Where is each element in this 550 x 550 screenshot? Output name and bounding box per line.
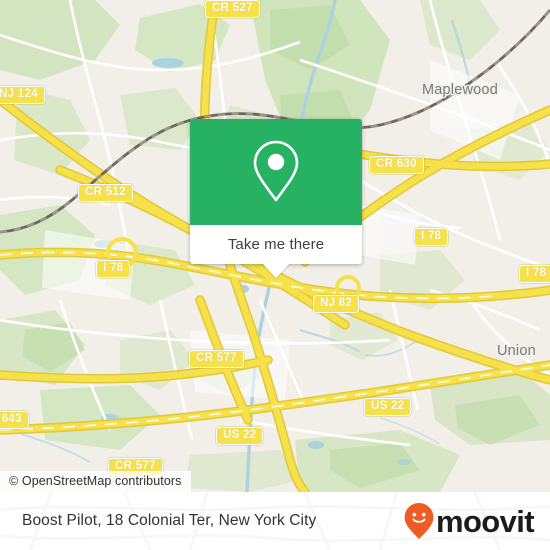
footer-bar: Boost Pilot, 18 Colonial Ter, New York C…	[0, 492, 550, 550]
moovit-wordmark: moovit	[435, 503, 535, 539]
moovit-smiley-pin-icon	[404, 503, 434, 539]
map-canvas[interactable]: Maplewood Union CR 527 NJ 124 CR 630 CR …	[0, 0, 550, 492]
road-shield-cr-512: CR 512	[78, 184, 133, 202]
road-shield-i-78-east: I 78	[414, 228, 449, 246]
destination-popup-card[interactable]: Take me there	[190, 119, 362, 278]
popup-pointer-tail	[262, 263, 290, 278]
road-shield-cr-527: CR 527	[205, 0, 260, 18]
road-shield-cr-630: CR 630	[369, 156, 424, 174]
road-shield-i-78-far-east: I 78	[519, 265, 550, 283]
take-me-there-label: Take me there	[227, 236, 325, 253]
popup-action-area[interactable]: Take me there	[190, 225, 362, 264]
map-pin-icon	[253, 140, 299, 202]
destination-address: Boost Pilot, 18 Colonial Ter, New York C…	[22, 512, 317, 529]
moovit-logo[interactable]: moovit	[403, 502, 535, 540]
road-shield-cr-643: CR 643	[0, 411, 29, 429]
road-shield-us-22-east: US 22	[364, 398, 412, 416]
popup-marker-area	[190, 119, 362, 225]
road-shield-i-78-west: I 78	[96, 260, 131, 278]
map-screen: Maplewood Union CR 527 NJ 124 CR 630 CR …	[0, 0, 550, 550]
road-shield-cr-577-upper: CR 577	[189, 350, 244, 368]
road-shield-nj-82: NJ 82	[313, 295, 360, 313]
osm-attribution[interactable]: © OpenStreetMap contributors	[0, 471, 191, 492]
road-shield-nj-124: NJ 124	[0, 86, 45, 104]
road-shield-us-22-west: US 22	[216, 427, 264, 445]
